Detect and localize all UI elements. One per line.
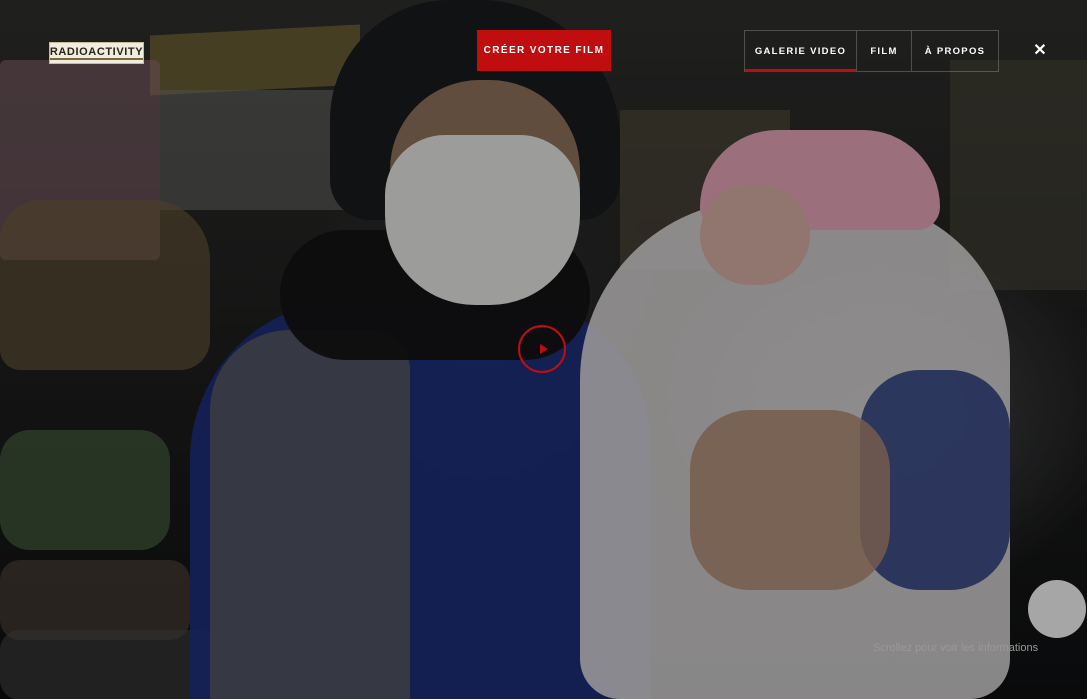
scroll-hint: Scrollez pour voir les informations xyxy=(873,642,1039,654)
site-logo[interactable]: RADIOACTIVITY xyxy=(49,42,144,64)
nav-item-video-gallery[interactable]: GALERIE VIDEO xyxy=(745,31,857,72)
nav-item-film[interactable]: FILM xyxy=(857,31,912,71)
play-icon xyxy=(539,344,548,354)
close-icon[interactable]: ✕ xyxy=(1030,40,1050,60)
logo-text: RADIOACTIVITY xyxy=(49,46,144,60)
main-nav: GALERIE VIDEO FILM À PROPOS xyxy=(744,30,999,72)
nav-item-about[interactable]: À PROPOS xyxy=(912,31,998,71)
create-film-button[interactable]: CRÉER VOTRE FILM xyxy=(477,30,611,71)
play-button[interactable] xyxy=(518,325,566,373)
